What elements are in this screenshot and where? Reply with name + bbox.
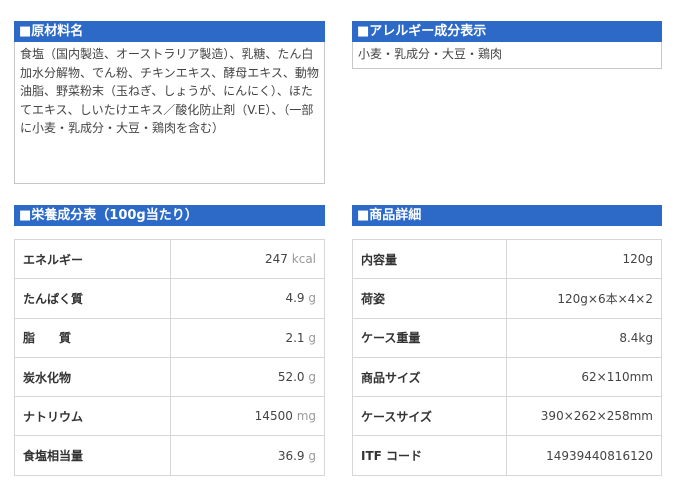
nutrition-value-cell: 52.0 g <box>170 356 325 398</box>
details-value: 14939440816120 <box>506 435 662 476</box>
details-value: 8.4kg <box>506 317 662 358</box>
nutrition-value: 247 <box>265 252 288 267</box>
table-row: ITF コード 14939440816120 <box>352 435 662 476</box>
details-label: ケース重量 <box>352 317 507 358</box>
nutrition-label: 炭水化物 <box>14 356 171 398</box>
table-row: エネルギー 247 kcal <box>14 238 325 280</box>
details-label: ITF コード <box>352 435 507 476</box>
details-label: ケースサイズ <box>352 396 507 437</box>
nutrition-label: 食塩相当量 <box>14 435 171 476</box>
details-value: 62×110mm <box>506 356 662 398</box>
nutrition-value-cell: 2.1 g <box>170 317 325 358</box>
details-header: ■商品詳細 <box>352 205 662 226</box>
nutrition-unit: g <box>308 330 316 345</box>
table-row: 炭水化物 52.0 g <box>14 356 325 398</box>
details-table: 内容量 120g 荷姿 120g×6本×4×2 ケース重量 8.4kg 商品サイ… <box>352 238 662 476</box>
details-section: ■商品詳細 内容量 120g 荷姿 120g×6本×4×2 ケース重量 8.4k… <box>352 205 662 476</box>
allergy-section: ■アレルギー成分表示 小麦・乳成分・大豆・鶏肉 <box>352 21 662 69</box>
nutrition-value: 4.9 <box>285 291 305 306</box>
nutrition-value: 14500 <box>254 409 293 424</box>
nutrition-value: 36.9 <box>277 448 305 463</box>
nutrition-value: 2.1 <box>285 330 305 345</box>
nutrition-label: エネルギー <box>14 238 171 280</box>
ingredients-text: 食塩（国内製造、オーストラリア製造）、乳糖、たん白加水分解物、でん粉、チキンエキ… <box>14 42 325 184</box>
nutrition-label: 脂 質 <box>14 317 171 358</box>
details-value: 120g <box>506 238 662 280</box>
table-row: 内容量 120g <box>352 238 662 280</box>
nutrition-unit: g <box>308 448 316 463</box>
nutrition-unit: mg <box>296 409 316 424</box>
ingredients-section: ■原材料名 食塩（国内製造、オーストラリア製造）、乳糖、たん白加水分解物、でん粉… <box>14 21 325 184</box>
nutrition-value-cell: 14500 mg <box>170 396 325 437</box>
table-row: 脂 質 2.1 g <box>14 317 325 358</box>
nutrition-label: たんぱく質 <box>14 278 171 319</box>
nutrition-value: 52.0 <box>277 370 305 385</box>
allergy-header: ■アレルギー成分表示 <box>352 21 662 42</box>
details-label: 内容量 <box>352 238 507 280</box>
ingredients-header: ■原材料名 <box>14 21 325 42</box>
table-row: ナトリウム 14500 mg <box>14 396 325 437</box>
nutrition-table: エネルギー 247 kcal たんぱく質 4.9 g 脂 質 2.1 g 炭水化… <box>14 238 325 476</box>
nutrition-value-cell: 247 kcal <box>170 238 325 280</box>
table-row: ケースサイズ 390×262×258mm <box>352 396 662 437</box>
table-row: たんぱく質 4.9 g <box>14 278 325 319</box>
table-row: ケース重量 8.4kg <box>352 317 662 358</box>
details-label: 商品サイズ <box>352 356 507 398</box>
nutrition-value-cell: 4.9 g <box>170 278 325 319</box>
nutrition-header: ■栄養成分表（100g当たり） <box>14 205 325 226</box>
table-row: 商品サイズ 62×110mm <box>352 356 662 398</box>
table-row: 食塩相当量 36.9 g <box>14 435 325 476</box>
table-row: 荷姿 120g×6本×4×2 <box>352 278 662 319</box>
nutrition-unit: kcal <box>291 252 316 267</box>
nutrition-label: ナトリウム <box>14 396 171 437</box>
details-value: 390×262×258mm <box>506 396 662 437</box>
nutrition-value-cell: 36.9 g <box>170 435 325 476</box>
details-label: 荷姿 <box>352 278 507 319</box>
details-value: 120g×6本×4×2 <box>506 278 662 319</box>
allergy-text: 小麦・乳成分・大豆・鶏肉 <box>352 42 662 69</box>
nutrition-unit: g <box>308 291 316 306</box>
nutrition-unit: g <box>308 370 316 385</box>
nutrition-section: ■栄養成分表（100g当たり） エネルギー 247 kcal たんぱく質 4.9… <box>14 205 325 476</box>
